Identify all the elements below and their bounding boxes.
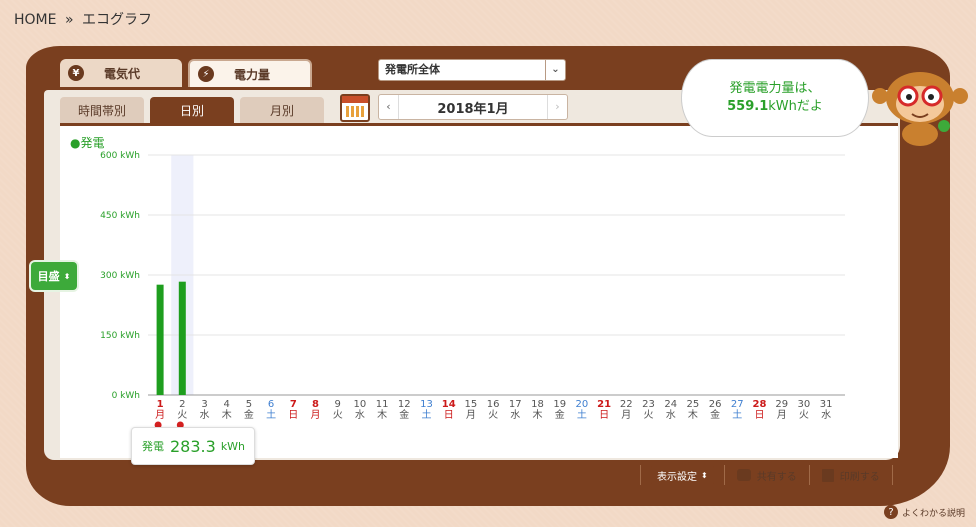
- bar: [156, 284, 164, 395]
- x-tick-weekday: 金: [710, 408, 720, 421]
- share-button[interactable]: 共有する: [736, 468, 797, 483]
- print-button[interactable]: 印刷する: [821, 468, 880, 483]
- x-tick-weekday: 火: [177, 409, 187, 421]
- monkey-mascot-icon: [872, 72, 968, 146]
- speech-total-value: 559.1: [727, 99, 769, 114]
- x-tick-weekday: 土: [422, 408, 432, 421]
- x-tick-day: 29: [775, 399, 788, 410]
- x-tick-weekday: 土: [266, 408, 276, 421]
- x-tick-day: 28: [753, 399, 767, 410]
- footer-divider: [640, 465, 641, 485]
- x-tick-weekday: 月: [311, 409, 321, 421]
- x-tick-day: 2: [179, 399, 185, 410]
- x-tick-day: 21: [597, 399, 611, 410]
- x-tick-weekday: 金: [555, 408, 565, 421]
- x-tick-weekday: 月: [777, 409, 787, 421]
- x-tick-weekday: 木: [688, 409, 698, 421]
- x-tick-day: 31: [820, 399, 833, 410]
- x-tick-day: 26: [709, 399, 722, 410]
- x-tick-weekday: 水: [821, 409, 831, 421]
- x-tick-day: 23: [642, 399, 655, 410]
- x-tick-weekday: 月: [155, 409, 165, 421]
- x-tick-weekday: 水: [666, 409, 676, 421]
- x-tick-weekday: 土: [732, 408, 742, 421]
- tooltip-unit: kWh: [220, 439, 246, 453]
- x-tick-weekday: 木: [533, 409, 543, 421]
- question-icon: ?: [884, 505, 898, 519]
- x-tick-day: 19: [553, 399, 566, 410]
- footer-toolbar: 表示設定 ⬍ 共有する 印刷する: [640, 462, 900, 488]
- footer-divider: [723, 465, 725, 485]
- x-tick-day: 3: [201, 399, 207, 410]
- x-tick-weekday: 日: [444, 410, 454, 421]
- x-tick-day: 1: [157, 399, 164, 410]
- x-tick-day: 12: [398, 399, 411, 410]
- y-tick-label: 300 kWh: [100, 271, 140, 281]
- printer-icon: [821, 468, 834, 482]
- x-tick-weekday: 火: [644, 409, 654, 421]
- footer-divider: [808, 465, 810, 485]
- x-tick-day: 6: [268, 399, 274, 410]
- x-tick-day: 4: [224, 399, 230, 410]
- chart-tooltip: 発電 283.3 kWh: [131, 427, 255, 465]
- x-tick-weekday: 火: [488, 409, 498, 421]
- footer-divider: [891, 465, 893, 485]
- x-tick-day: 20: [576, 399, 589, 410]
- x-tick-weekday: 火: [799, 409, 809, 421]
- tooltip-value: 283.3: [170, 436, 216, 456]
- x-tick-weekday: 土: [577, 408, 587, 421]
- x-tick-day: 24: [664, 399, 677, 410]
- display-settings-button[interactable]: 表示設定 ⬍: [651, 466, 714, 484]
- updown-arrow-icon: ⬍: [701, 470, 708, 480]
- x-tick-day: 5: [246, 399, 252, 410]
- x-tick-day: 9: [335, 399, 341, 410]
- x-tick-weekday: 木: [222, 409, 232, 421]
- x-tick-day: 16: [487, 399, 500, 410]
- display-settings-label: 表示設定: [657, 471, 697, 483]
- speech-unit: kWhだよ: [768, 99, 823, 114]
- x-tick-day: 7: [290, 399, 297, 410]
- x-tick-day: 14: [442, 399, 456, 410]
- x-tick-weekday: 水: [355, 409, 365, 421]
- x-tick-weekday: 金: [244, 408, 254, 421]
- x-tick-weekday: 水: [510, 409, 520, 421]
- help-link[interactable]: ? よくわかる説明: [884, 505, 965, 519]
- x-tick-day: 17: [509, 399, 522, 410]
- x-tick-day: 25: [687, 399, 700, 410]
- speech-line1: 発電電力量は、: [729, 81, 821, 96]
- y-tick-label: 600 kWh: [100, 151, 140, 161]
- x-tick-weekday: 日: [599, 410, 609, 421]
- print-label: 印刷する: [839, 471, 880, 483]
- x-tick-day: 11: [376, 399, 389, 410]
- x-tick-weekday: 月: [621, 409, 631, 421]
- y-tick-label: 450 kWh: [100, 211, 140, 221]
- bar: [178, 281, 186, 395]
- help-label: よくわかる説明: [902, 508, 966, 519]
- x-tick-weekday: 水: [200, 409, 210, 421]
- x-tick-day: 10: [354, 399, 367, 410]
- x-tick-day: 30: [798, 399, 811, 410]
- x-tick-day: 13: [420, 399, 433, 410]
- x-tick-weekday: 木: [377, 409, 387, 421]
- y-tick-label: 150 kWh: [100, 331, 140, 341]
- x-tick-weekday: 金: [399, 408, 409, 421]
- x-tick-day: 27: [731, 399, 744, 410]
- x-tick-day: 18: [531, 399, 544, 410]
- share-label: 共有する: [756, 471, 797, 483]
- x-tick-weekday: 日: [755, 410, 765, 421]
- x-tick-day: 8: [312, 399, 319, 410]
- speech-bubble-icon: [736, 469, 751, 481]
- x-tick-weekday: 日: [288, 410, 298, 421]
- x-tick-day: 22: [620, 399, 633, 410]
- tooltip-label: 発電: [142, 440, 164, 453]
- x-tick-weekday: 火: [333, 409, 343, 421]
- mascot-speech-bubble: 発電電力量は、 559.1kWhだよ: [682, 60, 868, 136]
- x-tick-day: 15: [465, 399, 478, 410]
- x-tick-weekday: 月: [466, 409, 476, 421]
- y-tick-label: 0 kWh: [112, 391, 140, 401]
